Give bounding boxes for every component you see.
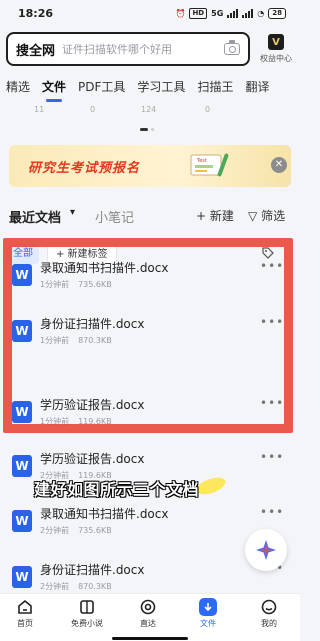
network-label: 5G (211, 8, 224, 18)
top-tabs: 精选 文件 PDF工具 学习工具 扫描王 翻译 (0, 78, 300, 102)
ai-assistant-button[interactable] (245, 529, 287, 571)
word-icon: W (12, 264, 32, 286)
nav-me[interactable]: 我的 (245, 598, 293, 638)
file-meta: 1分钟前 119.6KB (40, 416, 112, 427)
file-row[interactable]: W 录取通知书扫描件.docx 1分钟前 735.6KB ••• (0, 259, 300, 303)
more-icon[interactable]: ••• (260, 259, 284, 273)
file-time: 2分钟前 (40, 526, 70, 535)
home-icon (18, 600, 32, 614)
file-meta: 1分钟前 735.6KB (40, 279, 112, 290)
banner-art-label: Test (196, 158, 207, 164)
word-icon: W (12, 401, 32, 423)
alarm-icon: ⏰ (175, 8, 186, 18)
file-name: 身份证扫描件.docx (40, 563, 145, 577)
tab-translate[interactable]: 翻译 (239, 78, 275, 102)
nav-label: 我的 (261, 619, 277, 628)
file-name: 录取通知书扫描件.docx (40, 507, 169, 521)
battery-indicator: 28 (268, 7, 286, 19)
promo-banner[interactable]: 研究生考试预报名 Test ✕ (9, 145, 291, 187)
count: 0 (90, 105, 96, 114)
signal-icon (227, 8, 239, 18)
exam-illustration-icon: Test (190, 153, 229, 177)
more-icon[interactable]: ••• (260, 505, 284, 519)
tab-scanner[interactable]: 扫描王 (191, 78, 239, 102)
count: 124 (141, 105, 157, 114)
file-time: 2分钟前 (40, 582, 70, 591)
count: 11 (34, 105, 45, 114)
recent-header: 最近文档 ▾ 小笔记 + 新建 ▽ 筛选 (0, 203, 300, 229)
home-indicator (112, 637, 188, 640)
file-name: 学历验证报告.docx (40, 398, 145, 412)
word-icon: W (12, 455, 32, 477)
filter-icon: ▽ (248, 209, 258, 223)
nav-direct[interactable]: 直达 (124, 598, 172, 638)
word-icon: W (12, 566, 32, 588)
file-size: 735.6KB (78, 526, 112, 535)
nav-label: 免费小说 (71, 619, 103, 628)
tutorial-caption: 建好如图所示三个文档 (34, 480, 200, 499)
at-icon (140, 599, 156, 615)
vip-center-button[interactable]: V 权益中心 (256, 34, 296, 64)
file-size: 735.6KB (78, 280, 112, 289)
file-time: 1分钟前 (40, 280, 70, 289)
file-row[interactable]: W 学历验证报告.docx 1分钟前 119.6KB ••• (0, 396, 300, 440)
word-icon: W (12, 510, 32, 532)
nav-label: 直达 (140, 619, 156, 628)
page-indicator (140, 128, 154, 131)
book-icon (80, 600, 94, 614)
nav-label: 文件 (200, 619, 216, 628)
status-icons: ⏰ HD 5G ◔ 28 (175, 7, 286, 19)
file-name: 录取通知书扫描件.docx (40, 261, 169, 275)
tab-pdf-tools[interactable]: PDF工具 (72, 78, 131, 102)
signal-icon-2 (242, 8, 254, 18)
search-input[interactable]: 证件扫描软件哪个好用 (62, 41, 224, 57)
file-meta: 2分钟前 735.6KB (40, 525, 112, 536)
tab-featured[interactable]: 精选 (0, 78, 36, 102)
filter-button[interactable]: ▽ 筛选 (248, 207, 285, 224)
more-icon[interactable]: ••• (260, 315, 284, 329)
vip-icon: V (268, 34, 284, 50)
wifi-icon: ◔ (257, 8, 265, 18)
bottom-nav: 首页 免费小说 直达 文件 我的 (0, 593, 300, 641)
file-time: 1分钟前 (40, 336, 70, 345)
status-bar: 18:26 ⏰ HD 5G ◔ 28 (0, 0, 300, 26)
tag-icon[interactable] (262, 247, 274, 259)
tab-files[interactable]: 文件 (36, 78, 72, 102)
count: 0 (205, 105, 211, 114)
filter-label: 筛选 (261, 209, 286, 223)
banner-close-icon[interactable]: ✕ (271, 157, 287, 173)
hd-badge: HD (189, 7, 208, 19)
file-name: 身份证扫描件.docx (40, 317, 145, 331)
vip-label: 权益中心 (260, 54, 292, 63)
tab-study-tools[interactable]: 学习工具 (131, 78, 191, 102)
camera-icon[interactable] (224, 40, 240, 55)
more-icon[interactable]: ••• (260, 450, 284, 464)
word-icon: W (12, 320, 32, 342)
file-size: 870.3KB (78, 336, 112, 345)
smile-icon (261, 599, 277, 615)
recent-docs-tab[interactable]: 最近文档 (9, 207, 61, 226)
file-row[interactable]: W 身份证扫描件.docx 1分钟前 870.3KB ••• (0, 315, 300, 359)
more-icon[interactable]: ••• (260, 396, 284, 410)
file-icon (199, 598, 217, 616)
file-size: 119.6KB (78, 417, 112, 426)
file-size: 870.3KB (78, 582, 112, 591)
file-meta: 1分钟前 870.3KB (40, 335, 112, 346)
tool-counts: 11 0 124 0 (0, 105, 300, 117)
nav-home[interactable]: 首页 (1, 598, 49, 638)
new-button[interactable]: + 新建 (196, 207, 234, 224)
nav-files[interactable]: 文件 (184, 598, 232, 638)
nav-novels[interactable]: 免费小说 (63, 598, 111, 638)
search-bar[interactable]: 搜全网 证件扫描软件哪个好用 (6, 32, 250, 66)
search-brand: 搜全网 (16, 43, 56, 59)
file-meta: 2分钟前 870.3KB (40, 581, 112, 592)
file-name: 学历验证报告.docx (40, 452, 145, 466)
chevron-down-icon[interactable]: ▾ (70, 207, 75, 218)
nav-label: 首页 (17, 619, 33, 628)
sparkle-icon (256, 540, 276, 560)
notes-tab[interactable]: 小笔记 (95, 207, 134, 226)
banner-text: 研究生考试预报名 (28, 161, 141, 176)
clock: 18:26 (18, 6, 54, 20)
file-time: 1分钟前 (40, 417, 70, 426)
